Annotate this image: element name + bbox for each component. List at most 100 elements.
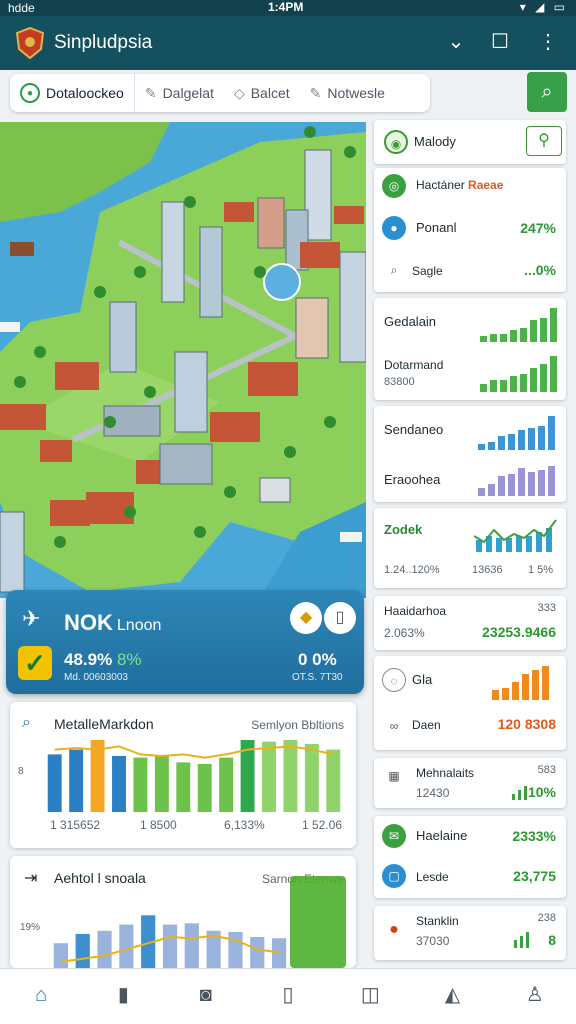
person-icon[interactable]: ⚲: [526, 126, 562, 156]
mini-bar-chart: [480, 306, 557, 342]
right-sub: 1.24..120%: [384, 564, 440, 576]
phone-icon: ▢: [382, 864, 406, 888]
right-label: Sendaneo: [384, 422, 444, 437]
link-icon: ∞: [389, 719, 399, 733]
chart-bar: [272, 938, 287, 968]
leaf-icon: ◉: [384, 130, 408, 154]
chart-bar: [112, 756, 126, 812]
activity-chart-card[interactable]: ⇥ Aehtol l snoala Sarnon Etenwe 19%: [10, 856, 356, 968]
right-sub: 83800: [384, 376, 415, 388]
y-tick: 19%: [20, 922, 41, 933]
camera-icon: ◙: [199, 984, 212, 1006]
overlay-title: NOK Lnoon: [64, 610, 162, 635]
right-card-10[interactable]: ● Stanklin 238 37030 8: [374, 906, 566, 960]
mini-line-chart: [474, 519, 557, 552]
chart-bar: [184, 923, 199, 968]
tab-3[interactable]: ✎ Notwesle: [300, 74, 395, 112]
chart-bar: [75, 933, 90, 968]
mini-bar-chart: [478, 462, 555, 496]
right-card-3[interactable]: Gedalain Dotarmand 83800: [374, 298, 566, 400]
building-icon: ▦: [388, 769, 400, 783]
bottom-navigation: ⌂ ▮ ◙ ▯ ◫ ◭ ♙: [0, 968, 576, 1024]
chart-bar: [219, 757, 234, 812]
summary-overlay: ✈ NOK Lnoon ◆ ▯ ✓ 48.9% 8% Md. 00603003 0…: [6, 590, 364, 694]
x-label: 1 8500: [140, 818, 177, 832]
app-title: Sinpludpsia: [54, 32, 153, 53]
overlay-value-1: 48.9% 8%: [64, 650, 142, 669]
overlay-value-2: 0 0%: [298, 650, 337, 669]
right-label: Hactáner Raeae: [416, 178, 504, 192]
map-icon: ◭: [444, 984, 461, 1006]
right-label: Haelaine: [416, 828, 468, 843]
right-value: 10%: [527, 784, 556, 800]
more-vert-icon[interactable]: ⋮: [534, 28, 562, 56]
right-label: Mehnalaits: [416, 766, 475, 780]
mini-bar-chart: [512, 784, 527, 800]
chart-bar: [326, 749, 341, 812]
right-num: 583: [537, 764, 556, 776]
target-icon: ●: [20, 83, 40, 103]
right-card-7[interactable]: ◌ Gla ∞ Daen 120 8308: [374, 656, 566, 750]
right-label: Sagle: [412, 264, 443, 278]
nav-book[interactable]: ▯: [247, 969, 329, 1024]
right-label: Daen: [412, 718, 441, 732]
tab-2[interactable]: ◇ Balcet: [224, 74, 300, 112]
tab-0[interactable]: ● Dotaloockeo: [10, 74, 135, 112]
right-label: Malody: [414, 134, 456, 149]
nav-camera[interactable]: ◙: [165, 969, 247, 1024]
pencil-icon: ✎: [144, 84, 157, 101]
right-card-8[interactable]: ▦ Mehnalaits 583 12430 10%: [374, 758, 566, 808]
page-icon[interactable]: ▯: [324, 602, 356, 634]
market-bar-chart: [47, 740, 341, 812]
right-label: Ponanl: [416, 220, 457, 235]
mini-bar-chart: [478, 414, 555, 450]
chart-bar: [197, 764, 212, 812]
right-label: Haaidarhoa: [384, 604, 447, 618]
x-label: 1 315652: [50, 818, 101, 832]
search-icon: ⌕: [22, 714, 31, 731]
nav-map[interactable]: ◭: [411, 969, 493, 1024]
right-card-2[interactable]: ◎ Hactáner Raeae ● Ponanl 247% ⌕ Sagle .…: [374, 168, 566, 292]
right-card-6[interactable]: Haaidarhoa 333 2.063% 23253.9466: [374, 596, 566, 650]
market-chart-card[interactable]: ⌕ MetalleMarkdon Semlyon Bbltions 8 1 31…: [10, 702, 356, 848]
right-card-5[interactable]: Zodek 1.24..120% 13636 1 5%: [374, 508, 566, 588]
green-highlight: [290, 876, 346, 968]
chart-bar: [162, 924, 178, 968]
right-sub: 12430: [416, 786, 450, 800]
right-card-9[interactable]: ✉ Haelaine 2333% ▢ Lesde 23,775: [374, 816, 566, 898]
tab-1[interactable]: ✎ Dalgelat: [135, 74, 224, 112]
x-label: 6,133%: [224, 818, 265, 832]
status-time: 1:4PM: [268, 0, 304, 14]
chart-bar: [47, 754, 62, 812]
activity-bar-chart: [53, 915, 287, 968]
square-icon[interactable]: ☐: [486, 28, 514, 56]
status-bar: hdde 1:4PM ▾ ◢ ▭: [0, 0, 576, 16]
tab-label: Dalgelat: [162, 85, 214, 101]
right-sub: 13636: [472, 564, 503, 576]
pencil-icon: ✎: [309, 84, 322, 101]
right-value: ...0%: [524, 262, 556, 278]
right-value: 247%: [520, 220, 556, 236]
home-icon: ⌂: [35, 984, 48, 1006]
chart-bar: [262, 741, 276, 812]
chevron-down-icon[interactable]: ⌄: [442, 28, 470, 56]
lamp-icon[interactable]: ◆: [290, 602, 322, 634]
check-icon: ✓: [18, 646, 52, 680]
right-card-1[interactable]: ◉ Malody ⚲: [374, 120, 566, 164]
nav-home[interactable]: ⌂: [0, 969, 82, 1024]
chart-bar: [250, 937, 265, 968]
search-button[interactable]: ⌕: [527, 72, 567, 112]
right-card-4[interactable]: Sendaneo Eraoohea: [374, 406, 566, 502]
city-map[interactable]: [0, 122, 366, 598]
right-num: 333: [537, 602, 556, 614]
nav-bookmark[interactable]: ▮: [82, 969, 164, 1024]
mini-bar-chart: [514, 930, 529, 948]
expand-icon: ⇥: [24, 870, 38, 887]
right-value: 23,775: [513, 868, 556, 884]
right-num: 238: [537, 912, 556, 924]
bag-icon: ◫: [360, 984, 380, 1006]
nav-profile[interactable]: ♙: [494, 969, 576, 1024]
right-value: 120 8308: [497, 716, 556, 732]
nav-bag[interactable]: ◫: [329, 969, 411, 1024]
overlay-sub-2: OT.S. 7T30: [292, 672, 343, 683]
